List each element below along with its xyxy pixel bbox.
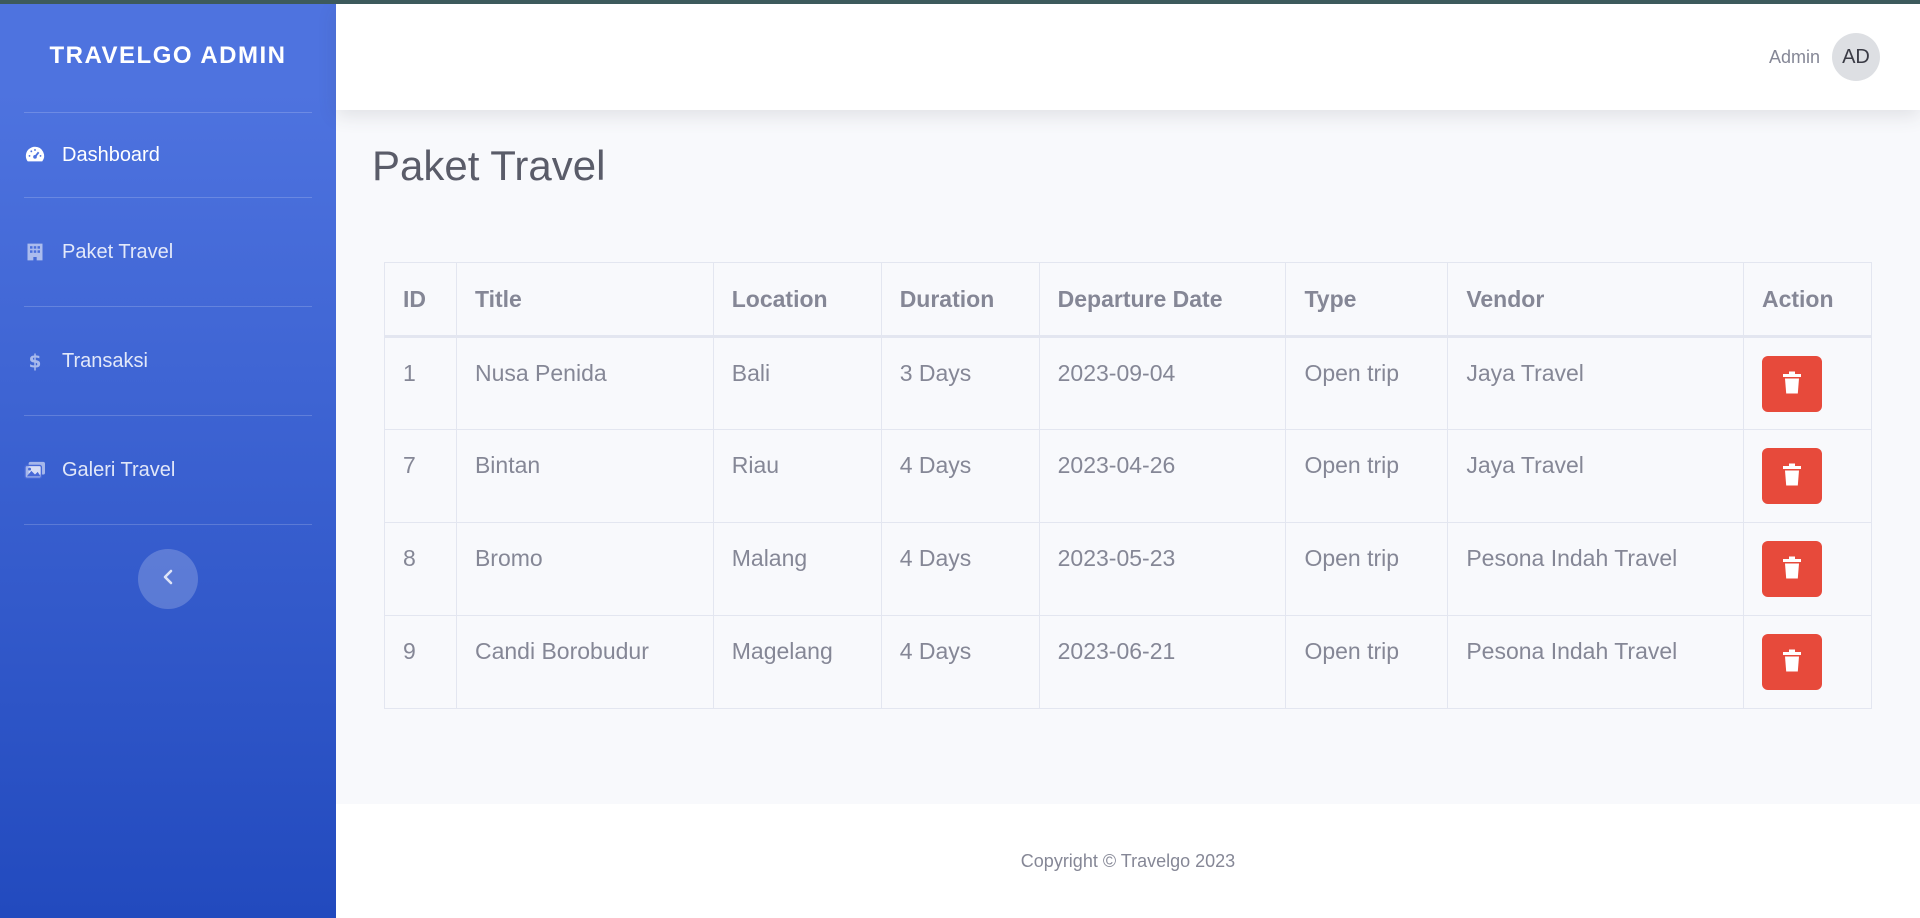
sidebar-toggle-button[interactable] (138, 549, 198, 609)
cell-departure-date: 2023-05-23 (1038, 522, 1287, 616)
cell-vendor: Jaya Travel (1447, 336, 1744, 430)
cell-vendor: Pesona Indah Travel (1447, 522, 1744, 616)
delete-button[interactable] (1761, 634, 1822, 690)
trash-icon (1782, 463, 1802, 490)
cell-type: Open trip (1285, 336, 1449, 430)
cell-id: 1 (384, 336, 457, 430)
cell-departure-date: 2023-09-04 (1038, 336, 1287, 430)
cell-location: Magelang (712, 615, 882, 709)
cell-duration: 3 Days (880, 336, 1040, 430)
sidebar-item-transaksi[interactable]: $ Transaksi (0, 307, 336, 415)
cell-id: 9 (384, 615, 457, 709)
delete-button[interactable] (1761, 448, 1822, 504)
table-row: 8 Bromo Malang 4 Days 2023-05-23 Open tr… (384, 522, 1873, 616)
cell-type: Open trip (1285, 522, 1449, 616)
packages-table: ID Title Location Duration Departure Dat… (384, 262, 1873, 709)
sidebar: TRAVELGO ADMIN Dashboard Paket Travel $ … (0, 0, 336, 918)
sidebar-item-label: Dashboard (62, 143, 160, 166)
sidebar-item-label: Transaksi (62, 349, 148, 372)
chevron-left-icon (162, 569, 174, 590)
column-header-location: Location (712, 262, 882, 338)
topbar: Admin AD (336, 4, 1920, 110)
column-header-departure-date: Departure Date (1038, 262, 1287, 338)
delete-button[interactable] (1761, 356, 1822, 412)
cell-location: Malang (712, 522, 882, 616)
cell-vendor: Jaya Travel (1447, 429, 1744, 523)
cell-duration: 4 Days (880, 522, 1040, 616)
building-icon (24, 241, 46, 263)
cell-type: Open trip (1285, 615, 1449, 709)
cell-id: 8 (384, 522, 457, 616)
copyright-text: Copyright © Travelgo 2023 (1020, 850, 1236, 871)
dollar-icon: $ (24, 350, 46, 372)
sidebar-item-paket-travel[interactable]: Paket Travel (0, 198, 336, 306)
images-icon (24, 459, 46, 481)
trash-icon (1782, 371, 1802, 398)
delete-button[interactable] (1761, 541, 1822, 597)
cell-title: Candi Borobudur (455, 615, 714, 709)
cell-action (1742, 429, 1873, 523)
cell-action (1742, 336, 1873, 430)
cell-type: Open trip (1285, 429, 1449, 523)
cell-departure-date: 2023-04-26 (1038, 429, 1287, 523)
cell-action (1742, 615, 1873, 709)
column-header-id: ID (384, 262, 457, 338)
cell-vendor: Pesona Indah Travel (1447, 615, 1744, 709)
column-header-duration: Duration (880, 262, 1040, 338)
cell-title: Nusa Penida (455, 336, 714, 430)
cell-title: Bromo (455, 522, 714, 616)
cell-departure-date: 2023-06-21 (1038, 615, 1287, 709)
cell-duration: 4 Days (880, 615, 1040, 709)
table-row: 9 Candi Borobudur Magelang 4 Days 2023-0… (384, 615, 1873, 709)
window-top-border (0, 0, 1920, 4)
cell-title: Bintan (455, 429, 714, 523)
sidebar-toggle-wrap (0, 525, 336, 609)
sidebar-item-dashboard[interactable]: Dashboard (0, 113, 336, 197)
column-header-action: Action (1742, 262, 1873, 338)
trash-icon (1782, 649, 1802, 676)
cell-id: 7 (384, 429, 457, 523)
column-header-title: Title (455, 262, 714, 338)
packages-table-wrap: ID Title Location Duration Departure Dat… (384, 262, 1873, 709)
cell-location: Bali (712, 336, 882, 430)
cell-location: Riau (712, 429, 882, 523)
column-header-vendor: Vendor (1447, 262, 1744, 338)
column-header-type: Type (1285, 262, 1449, 338)
cell-duration: 4 Days (880, 429, 1040, 523)
brand-title[interactable]: TRAVELGO ADMIN (0, 0, 336, 112)
sidebar-item-label: Paket Travel (62, 240, 174, 263)
sidebar-item-label: Galeri Travel (62, 458, 176, 481)
sidebar-item-galeri-travel[interactable]: Galeri Travel (0, 416, 336, 524)
table-row: 7 Bintan Riau 4 Days 2023-04-26 Open tri… (384, 429, 1873, 523)
table-row: 1 Nusa Penida Bali 3 Days 2023-09-04 Ope… (384, 336, 1873, 430)
svg-text:$: $ (29, 351, 42, 372)
table-header-row: ID Title Location Duration Departure Dat… (384, 262, 1873, 338)
footer: Copyright © Travelgo 2023 (336, 804, 1920, 918)
user-name[interactable]: Admin (1769, 47, 1820, 68)
trash-icon (1782, 556, 1802, 583)
cell-action (1742, 522, 1873, 616)
tachometer-icon (24, 144, 46, 166)
avatar[interactable]: AD (1832, 33, 1880, 81)
page-title: Paket Travel (372, 142, 606, 189)
